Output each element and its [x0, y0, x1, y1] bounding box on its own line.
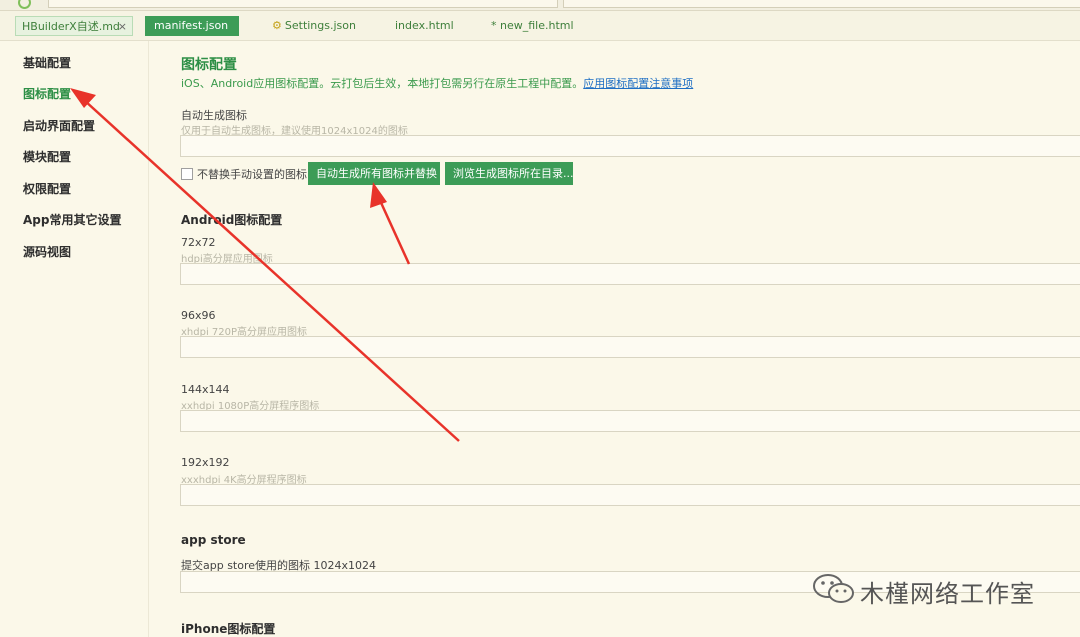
- generate-all-icons-button[interactable]: 自动生成所有图标并替换: [308, 162, 440, 185]
- sidebar-item-basic[interactable]: 基础配置: [23, 54, 71, 71]
- android-192-input[interactable]: [180, 484, 1080, 506]
- tab-index-html[interactable]: index.html: [389, 16, 460, 36]
- icon-config-notes-link[interactable]: 应用图标配置注意事项: [583, 77, 693, 90]
- tab-hbuilderx-readme[interactable]: HBuilderX自述.md ×: [15, 16, 133, 36]
- android-144-input[interactable]: [180, 410, 1080, 432]
- tab-manifest-json[interactable]: manifest.json: [145, 16, 239, 36]
- sidebar-item-permissions[interactable]: 权限配置: [23, 180, 71, 197]
- android-144-label: 144x144: [181, 383, 230, 396]
- status-dot-icon: [18, 0, 31, 9]
- icon-config-panel: 图标配置 iOS、Android应用图标配置。云打包后生效，本地打包需另行在原生…: [149, 41, 1080, 637]
- android-192-label: 192x192: [181, 456, 230, 469]
- android-96-input[interactable]: [180, 336, 1080, 358]
- sidebar-item-other-settings[interactable]: App常用其它设置: [23, 211, 121, 228]
- toolbar-input-right[interactable]: [563, 0, 1080, 8]
- auto-gen-icon-input[interactable]: [180, 135, 1080, 157]
- toolbar-input-left[interactable]: [48, 0, 558, 8]
- tab-label: * new_file.html: [491, 19, 574, 32]
- auto-gen-label: 自动生成图标: [181, 109, 247, 122]
- tab-label: Settings.json: [284, 19, 356, 32]
- tab-label: index.html: [395, 19, 454, 32]
- no-replace-checkbox-label: 不替换手动设置的图标: [197, 168, 307, 181]
- sidebar-item-modules[interactable]: 模块配置: [23, 148, 71, 165]
- tab-label: manifest.json: [154, 19, 229, 32]
- android-96-label: 96x96: [181, 309, 216, 322]
- iphone-section-title: iPhone图标配置: [181, 622, 276, 636]
- page-title: 图标配置: [181, 57, 237, 73]
- sidebar-item-splash[interactable]: 启动界面配置: [23, 117, 95, 134]
- tab-label: HBuilderX自述.md: [22, 20, 120, 33]
- watermark-text: 木槿网络工作室: [860, 580, 1035, 608]
- manifest-sidebar: 基础配置 图标配置 启动界面配置 模块配置 权限配置 App常用其它设置 源码视…: [0, 41, 149, 637]
- android-72-input[interactable]: [180, 263, 1080, 285]
- tab-new-file-html[interactable]: * new_file.html: [485, 16, 580, 36]
- no-replace-checkbox[interactable]: [181, 168, 193, 180]
- android-72-label: 72x72: [181, 236, 216, 249]
- subtitle-text: iOS、Android应用图标配置。云打包后生效，本地打包需另行在原生工程中配置…: [181, 77, 584, 90]
- gear-icon: ⚙: [272, 19, 282, 32]
- editor-tab-bar: HBuilderX自述.md × manifest.json ⚙ Settings…: [0, 11, 1080, 41]
- tab-settings-json[interactable]: ⚙ Settings.json: [266, 16, 362, 36]
- top-toolbar-strip: [0, 0, 1080, 11]
- appstore-section-title: app store: [181, 533, 246, 547]
- close-icon[interactable]: ×: [118, 17, 127, 37]
- sidebar-item-source-view[interactable]: 源码视图: [23, 243, 71, 260]
- page-subtitle: iOS、Android应用图标配置。云打包后生效，本地打包需另行在原生工程中配置…: [181, 75, 693, 91]
- wechat-icon: [813, 574, 854, 603]
- sidebar-item-icons[interactable]: 图标配置: [23, 85, 71, 102]
- android-section-title: Android图标配置: [181, 213, 283, 227]
- browse-icon-dir-button[interactable]: 浏览生成图标所在目录...: [445, 162, 574, 185]
